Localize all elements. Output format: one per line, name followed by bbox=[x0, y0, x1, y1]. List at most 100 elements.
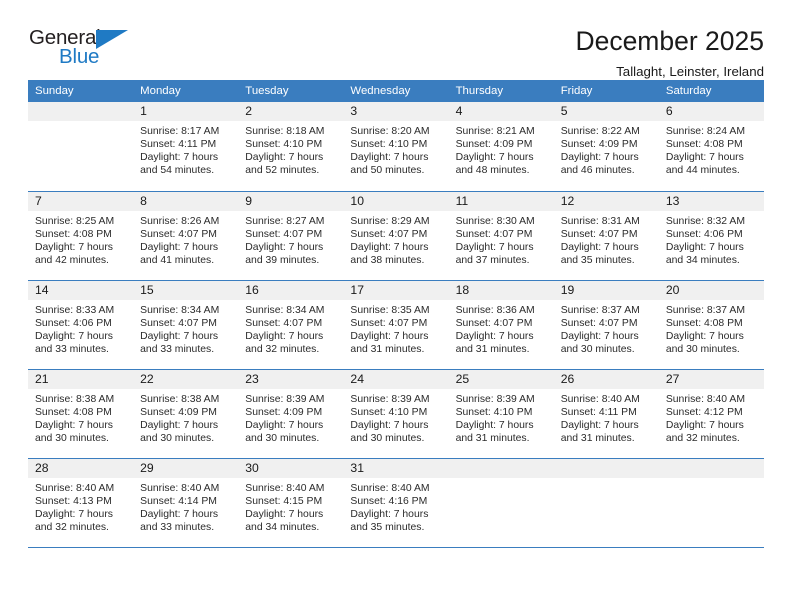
daylight-text-line1: Daylight: 7 hours bbox=[665, 330, 744, 342]
day-number bbox=[658, 458, 764, 478]
calendar-day-cell[interactable]: 3 Sunrise: 8:20 AM Sunset: 4:10 PM Daylight… bbox=[343, 102, 449, 192]
calendar-day-cell[interactable]: 20 Sunrise: 8:37 AM Sunset: 4:08 PM Dayligh… bbox=[658, 280, 764, 370]
daylight-text-line2: and 39 minutes. bbox=[245, 254, 320, 266]
sunrise-text: Sunrise: 8:30 AM bbox=[455, 215, 535, 227]
logo-triangle-icon bbox=[96, 30, 128, 49]
day-number: 13 bbox=[658, 191, 764, 211]
sunrise-text: Sunrise: 8:29 AM bbox=[350, 215, 430, 227]
calendar-day-cell[interactable]: 17 Sunrise: 8:35 AM Sunset: 4:07 PM Dayligh… bbox=[343, 280, 449, 370]
daylight-text-line1: Daylight: 7 hours bbox=[245, 419, 324, 431]
calendar-day-cell[interactable]: 23 Sunrise: 8:39 AM Sunset: 4:09 PM Dayligh… bbox=[238, 369, 344, 459]
calendar-day-cell[interactable]: 28 Sunrise: 8:40 AM Sunset: 4:13 PM Dayligh… bbox=[28, 458, 134, 548]
calendar-day-cell[interactable]: 2 Sunrise: 8:18 AM Sunset: 4:10 PM Daylight… bbox=[238, 102, 344, 192]
sunset-text: Sunset: 4:08 PM bbox=[35, 228, 112, 240]
calendar-day-cell[interactable]: 5 Sunrise: 8:22 AM Sunset: 4:09 PM Daylight… bbox=[553, 102, 659, 192]
sunset-text: Sunset: 4:11 PM bbox=[140, 139, 217, 151]
day-cell-inner: 18 Sunrise: 8:36 AM Sunset: 4:07 PM Dayligh… bbox=[448, 280, 554, 369]
calendar-day-cell[interactable]: 29 Sunrise: 8:40 AM Sunset: 4:14 PM Dayligh… bbox=[133, 458, 239, 548]
sunset-text: Sunset: 4:15 PM bbox=[245, 495, 323, 507]
sunrise-text: Sunrise: 8:34 AM bbox=[245, 304, 325, 316]
day-number: 25 bbox=[448, 369, 554, 389]
daylight-text-line1: Daylight: 7 hours bbox=[560, 241, 639, 253]
day-cell-inner: 22 Sunrise: 8:38 AM Sunset: 4:09 PM Dayligh… bbox=[133, 369, 239, 458]
day-details: Sunrise: 8:39 AM Sunset: 4:09 PM Daylight:… bbox=[238, 389, 343, 445]
day-cell-inner: 4 Sunrise: 8:21 AM Sunset: 4:09 PM Daylight… bbox=[448, 102, 554, 191]
calendar-day-cell[interactable]: 12 Sunrise: 8:31 AM Sunset: 4:07 PM Dayligh… bbox=[553, 191, 659, 281]
day-cell-inner: 14 Sunrise: 8:33 AM Sunset: 4:06 PM Dayligh… bbox=[28, 280, 134, 369]
calendar-day-cell[interactable]: 7 Sunrise: 8:25 AM Sunset: 4:08 PM Daylight… bbox=[28, 191, 134, 281]
day-cell-inner bbox=[448, 458, 554, 547]
calendar-day-cell[interactable]: 11 Sunrise: 8:30 AM Sunset: 4:07 PM Dayligh… bbox=[448, 191, 554, 281]
calendar-day-cell[interactable]: 30 Sunrise: 8:40 AM Sunset: 4:15 PM Dayligh… bbox=[238, 458, 344, 548]
calendar-day-cell[interactable]: 19 Sunrise: 8:37 AM Sunset: 4:07 PM Dayligh… bbox=[553, 280, 659, 370]
calendar-day-cell[interactable]: 15 Sunrise: 8:34 AM Sunset: 4:07 PM Dayligh… bbox=[133, 280, 239, 370]
calendar-day-cell-empty bbox=[28, 102, 134, 192]
sunrise-text: Sunrise: 8:21 AM bbox=[455, 126, 535, 137]
daylight-text-line2: and 30 minutes. bbox=[665, 343, 740, 355]
daylight-text-line2: and 42 minutes. bbox=[35, 254, 109, 266]
calendar-day-cell[interactable]: 10 Sunrise: 8:29 AM Sunset: 4:07 PM Dayligh… bbox=[343, 191, 449, 281]
daylight-text-line1: Daylight: 7 hours bbox=[245, 330, 324, 342]
day-details: Sunrise: 8:25 AM Sunset: 4:08 PM Daylight:… bbox=[28, 211, 133, 267]
daylight-text-line2: and 30 minutes. bbox=[350, 432, 425, 444]
calendar-day-cell[interactable]: 1 Sunrise: 8:17 AM Sunset: 4:11 PM Daylight… bbox=[133, 102, 239, 192]
sunset-text: Sunset: 4:07 PM bbox=[140, 317, 217, 329]
calendar-day-cell[interactable]: 24 Sunrise: 8:39 AM Sunset: 4:10 PM Dayligh… bbox=[343, 369, 449, 459]
day-details: Sunrise: 8:40 AM Sunset: 4:13 PM Daylight:… bbox=[28, 478, 133, 534]
daylight-text-line2: and 37 minutes. bbox=[455, 254, 530, 266]
daylight-text-line2: and 31 minutes. bbox=[455, 432, 530, 444]
day-number: 31 bbox=[343, 458, 449, 478]
day-number: 22 bbox=[133, 369, 239, 389]
sunset-text: Sunset: 4:06 PM bbox=[35, 317, 112, 329]
calendar-day-cell[interactable]: 21 Sunrise: 8:38 AM Sunset: 4:08 PM Dayligh… bbox=[28, 369, 134, 459]
daylight-text-line1: Daylight: 7 hours bbox=[455, 241, 534, 253]
sunset-text: Sunset: 4:08 PM bbox=[665, 317, 743, 329]
weekday-header-wednesday: Wednesday bbox=[343, 80, 449, 102]
daylight-text-line2: and 46 minutes. bbox=[560, 165, 635, 177]
day-cell-inner: 10 Sunrise: 8:29 AM Sunset: 4:07 PM Dayligh… bbox=[343, 191, 449, 280]
daylight-text-line2: and 32 minutes. bbox=[665, 432, 740, 444]
calendar-day-cell[interactable]: 25 Sunrise: 8:39 AM Sunset: 4:10 PM Dayligh… bbox=[448, 369, 554, 459]
day-number bbox=[553, 458, 659, 478]
calendar-day-cell[interactable]: 9 Sunrise: 8:27 AM Sunset: 4:07 PM Daylight… bbox=[238, 191, 344, 281]
sunset-text: Sunset: 4:16 PM bbox=[350, 495, 428, 507]
day-number: 2 bbox=[238, 102, 344, 121]
calendar-day-cell[interactable]: 18 Sunrise: 8:36 AM Sunset: 4:07 PM Dayligh… bbox=[448, 280, 554, 370]
calendar-week-row: 14 Sunrise: 8:33 AM Sunset: 4:06 PM Dayligh… bbox=[28, 280, 764, 370]
calendar-day-cell-empty bbox=[448, 458, 554, 548]
daylight-text-line1: Daylight: 7 hours bbox=[350, 241, 429, 253]
calendar-day-cell[interactable]: 6 Sunrise: 8:24 AM Sunset: 4:08 PM Daylight… bbox=[658, 102, 764, 192]
sunrise-text: Sunrise: 8:36 AM bbox=[455, 304, 535, 316]
day-number: 29 bbox=[133, 458, 239, 478]
day-details: Sunrise: 8:27 AM Sunset: 4:07 PM Daylight:… bbox=[238, 211, 343, 267]
calendar-day-cell[interactable]: 27 Sunrise: 8:40 AM Sunset: 4:12 PM Dayligh… bbox=[658, 369, 764, 459]
day-cell-inner: 15 Sunrise: 8:34 AM Sunset: 4:07 PM Dayligh… bbox=[133, 280, 239, 369]
day-number: 24 bbox=[343, 369, 449, 389]
calendar-day-cell[interactable]: 13 Sunrise: 8:32 AM Sunset: 4:06 PM Dayligh… bbox=[658, 191, 764, 281]
calendar-day-cell[interactable]: 26 Sunrise: 8:40 AM Sunset: 4:11 PM Dayligh… bbox=[553, 369, 659, 459]
daylight-text-line2: and 48 minutes. bbox=[455, 165, 530, 177]
sunrise-text: Sunrise: 8:18 AM bbox=[245, 126, 325, 137]
calendar-day-cell[interactable]: 16 Sunrise: 8:34 AM Sunset: 4:07 PM Dayligh… bbox=[238, 280, 344, 370]
day-cell-inner: 30 Sunrise: 8:40 AM Sunset: 4:15 PM Dayligh… bbox=[238, 458, 344, 547]
calendar-day-cell[interactable]: 22 Sunrise: 8:38 AM Sunset: 4:09 PM Dayligh… bbox=[133, 369, 239, 459]
sunset-text: Sunset: 4:11 PM bbox=[560, 406, 637, 418]
calendar-day-cell[interactable]: 14 Sunrise: 8:33 AM Sunset: 4:06 PM Dayligh… bbox=[28, 280, 134, 370]
calendar-day-cell[interactable]: 4 Sunrise: 8:21 AM Sunset: 4:09 PM Daylight… bbox=[448, 102, 554, 192]
day-details: Sunrise: 8:38 AM Sunset: 4:08 PM Daylight:… bbox=[28, 389, 133, 445]
calendar-day-cell[interactable]: 8 Sunrise: 8:26 AM Sunset: 4:07 PM Daylight… bbox=[133, 191, 239, 281]
calendar-day-cell[interactable]: 31 Sunrise: 8:40 AM Sunset: 4:16 PM Dayligh… bbox=[343, 458, 449, 548]
day-cell-inner: 24 Sunrise: 8:39 AM Sunset: 4:10 PM Dayligh… bbox=[343, 369, 449, 458]
sunrise-text: Sunrise: 8:39 AM bbox=[350, 393, 430, 405]
day-number: 5 bbox=[553, 102, 659, 121]
daylight-text-line2: and 32 minutes. bbox=[35, 521, 109, 533]
day-cell-inner: 20 Sunrise: 8:37 AM Sunset: 4:08 PM Dayligh… bbox=[658, 280, 764, 369]
sunrise-text: Sunrise: 8:20 AM bbox=[350, 126, 430, 137]
daylight-text-line1: Daylight: 7 hours bbox=[35, 419, 113, 431]
daylight-text-line1: Daylight: 7 hours bbox=[35, 330, 113, 342]
day-number: 30 bbox=[238, 458, 344, 478]
sunrise-text: Sunrise: 8:26 AM bbox=[140, 215, 220, 227]
daylight-text-line1: Daylight: 7 hours bbox=[665, 241, 744, 253]
day-details: Sunrise: 8:24 AM Sunset: 4:08 PM Daylight:… bbox=[659, 121, 764, 177]
day-number: 6 bbox=[658, 102, 764, 121]
